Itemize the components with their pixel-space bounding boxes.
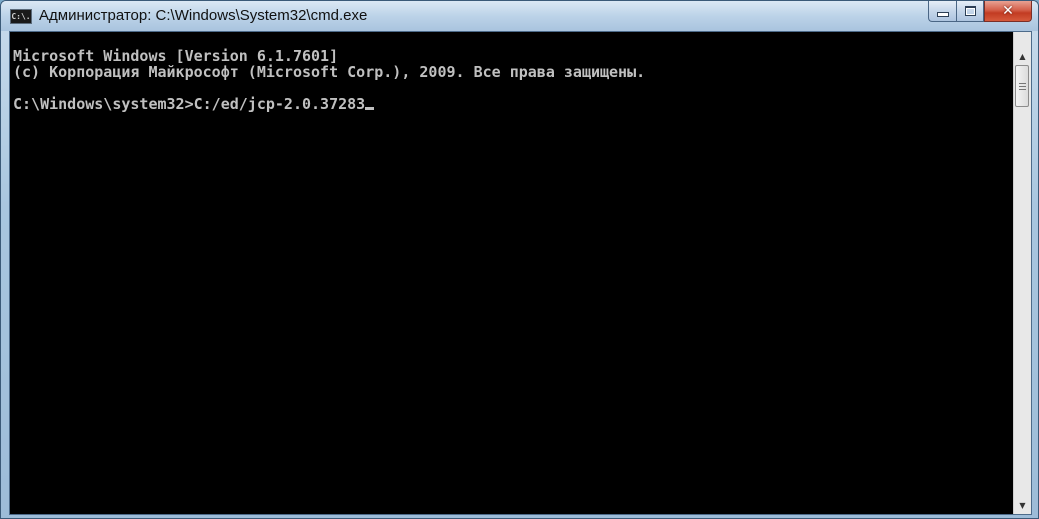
maximize-icon [964,6,976,16]
title-bar[interactable]: C:\. Администратор: C:\Windows\System32\… [1,1,1038,31]
console-prompt-line[interactable]: C:\Windows\system32>C:/ed/jcp-2.0.37283 [13,96,1013,112]
console-output[interactable]: Microsoft Windows [Version 6.1.7601] (c)… [10,32,1013,514]
close-icon: ✕ [1002,3,1014,19]
arrow-down-icon: ▼ [1019,501,1026,510]
scroll-down-button[interactable]: ▼ [1014,497,1031,514]
console-line: Microsoft Windows [Version 6.1.7601] [13,47,339,65]
cmd-app-icon[interactable]: C:\. [10,9,32,24]
console-client-area: Microsoft Windows [Version 6.1.7601] (c)… [9,31,1032,515]
text-cursor [365,107,375,110]
scroll-thumb[interactable] [1015,65,1029,107]
scroll-up-button[interactable]: ▲ [1014,48,1031,65]
grip-line [1018,82,1026,84]
close-button[interactable]: ✕ [984,1,1032,22]
grip-line [1018,88,1026,90]
grip-line [1018,85,1026,87]
minimize-button[interactable] [928,1,956,22]
maximize-button[interactable] [956,1,984,22]
window-title: Администратор: C:\Windows\System32\cmd.e… [39,7,368,24]
cmd-window: C:\. Администратор: C:\Windows\System32\… [0,0,1039,519]
minimize-icon [936,11,949,17]
window-controls: ✕ [928,1,1032,22]
console-line: (c) Корпорация Майкрософт (Microsoft Cor… [13,63,646,81]
arrow-up-icon: ▲ [1019,52,1026,61]
console-prompt-text: C:\Windows\system32>C:/ed/jcp-2.0.37283 [13,95,366,113]
vertical-scrollbar[interactable]: ▲ ▼ [1013,32,1031,514]
